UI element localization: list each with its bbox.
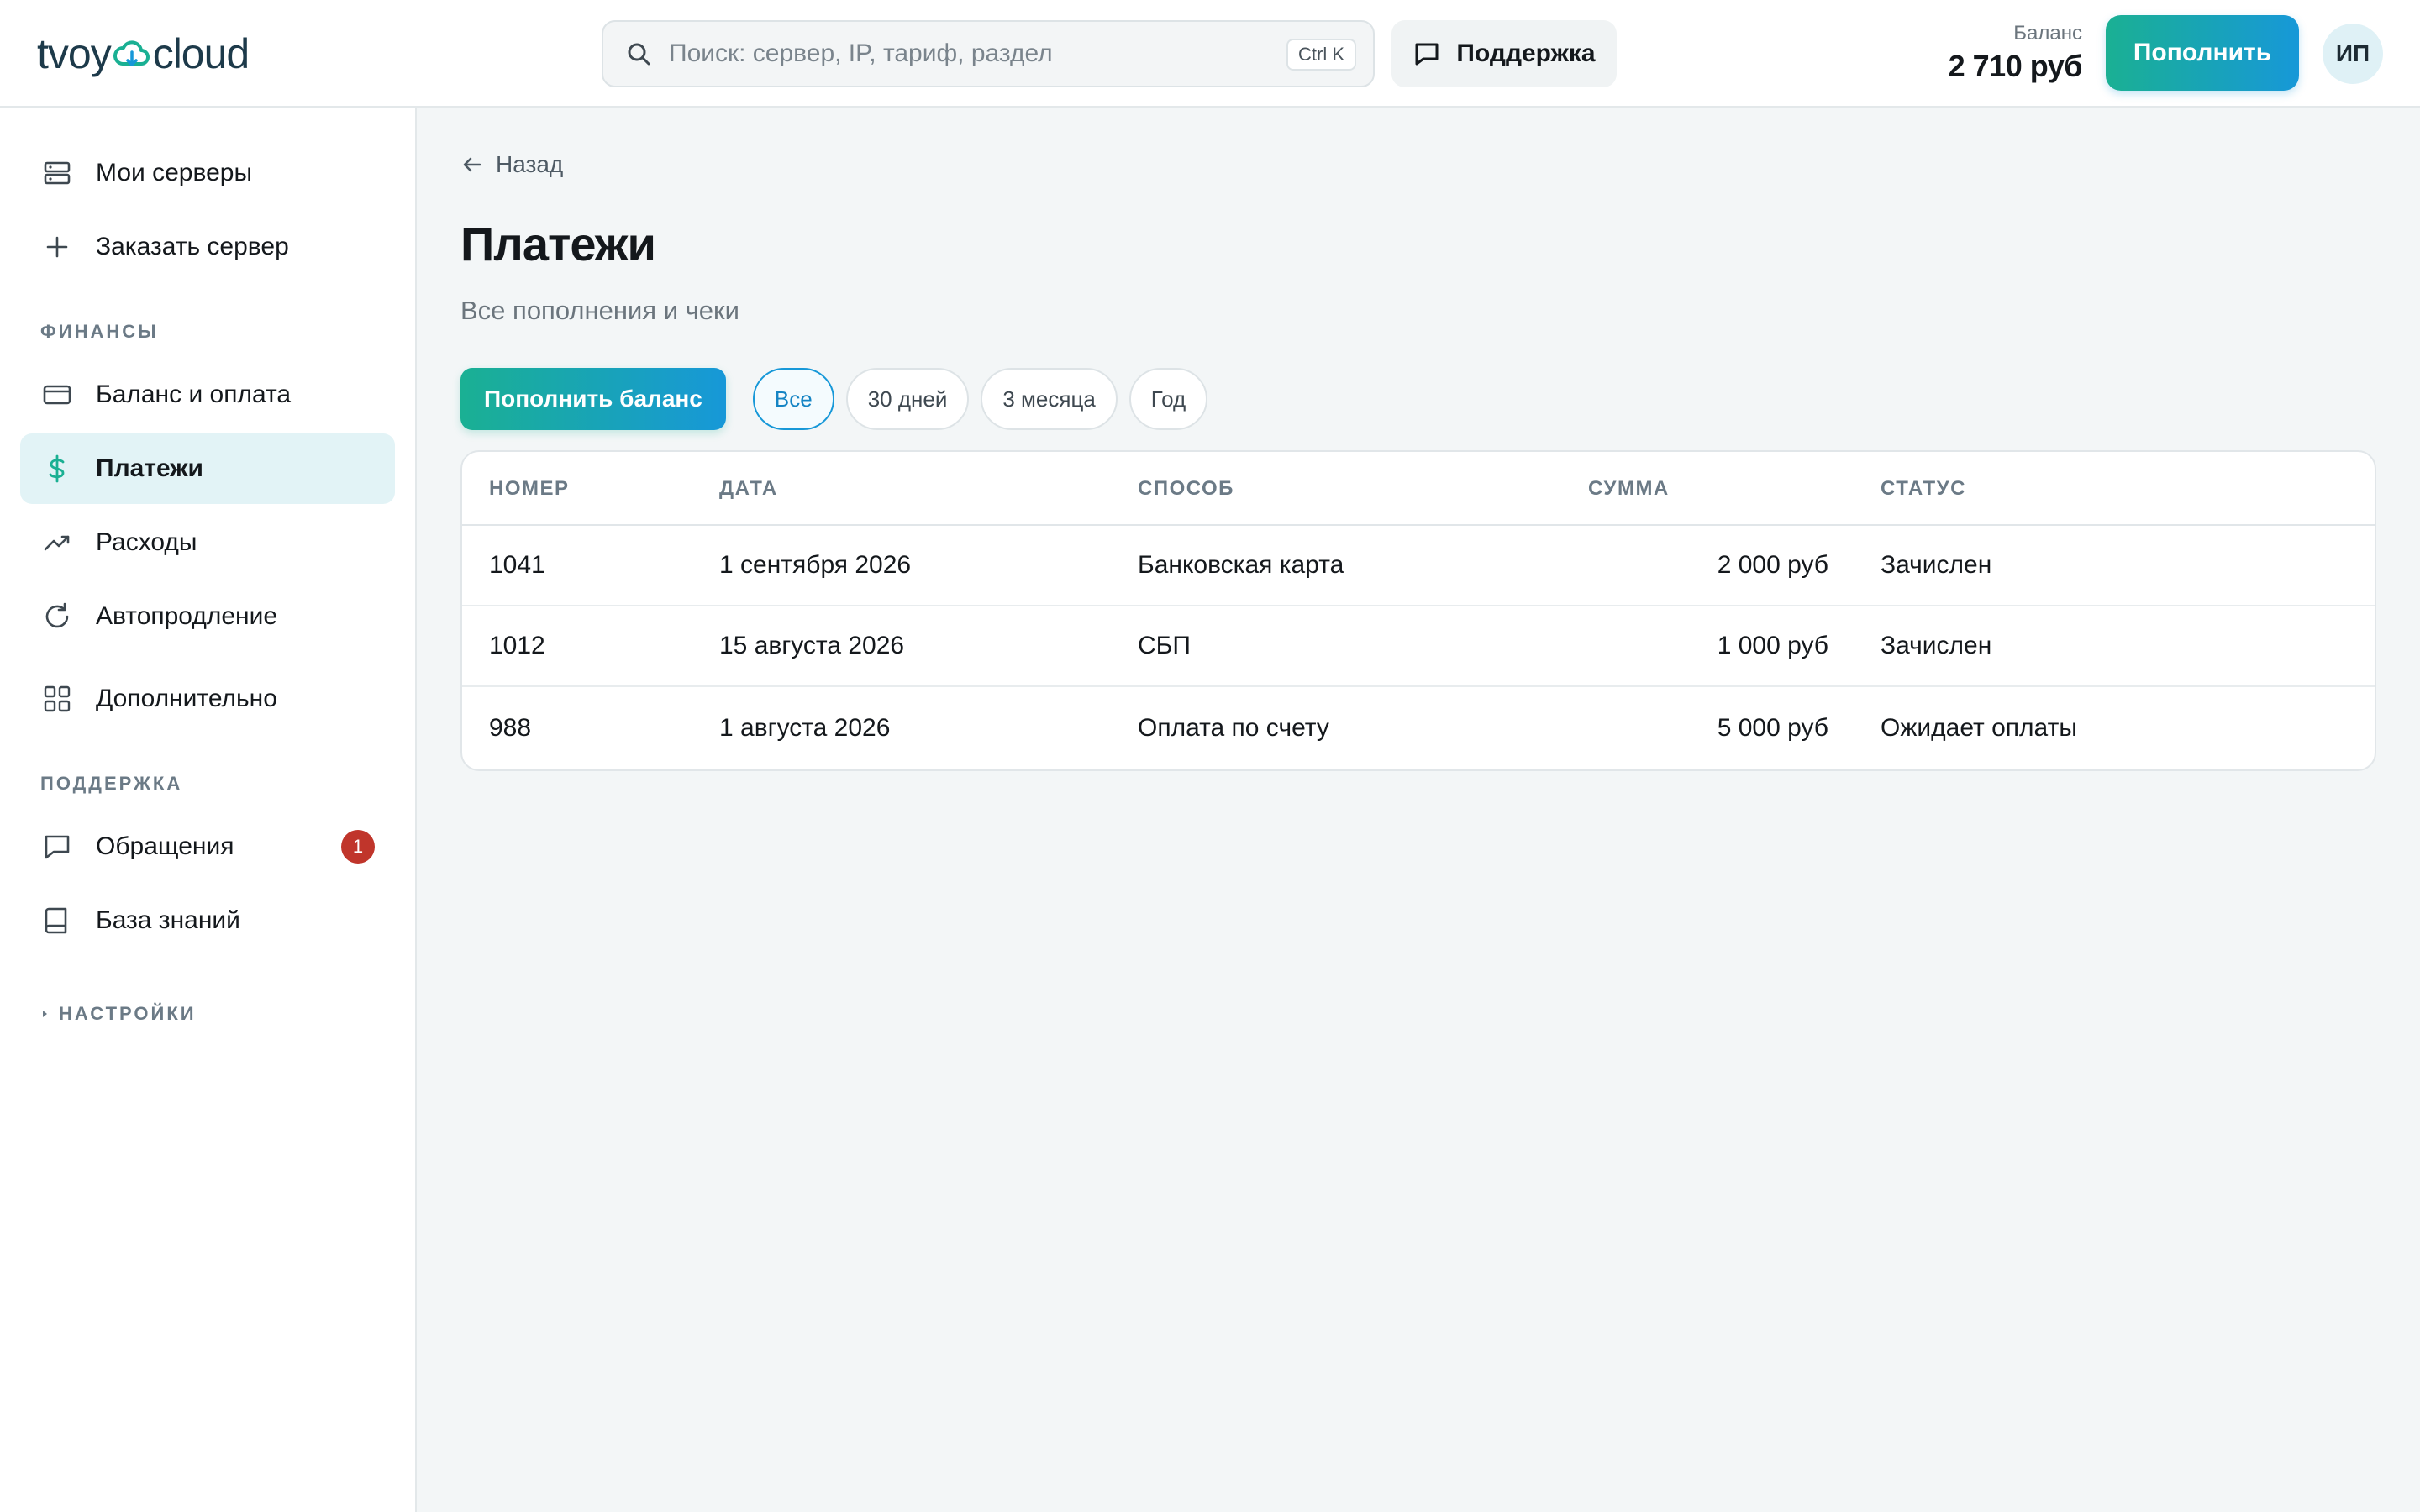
cell-method: Оплата по счету: [1138, 714, 1329, 742]
filter-all[interactable]: Все: [752, 368, 834, 430]
sidebar-item-label: Баланс и оплата: [96, 381, 292, 408]
cell-method: СБП: [1138, 632, 1191, 659]
topup-button[interactable]: Пополнить: [2106, 15, 2299, 91]
search-shortcut: Ctrl K: [1286, 39, 1356, 71]
top-header: tvoy cloud Поиск: сервер, IP, тариф, раз…: [0, 0, 2420, 108]
tickets-badge: 1: [341, 830, 375, 864]
sidebar-item-label: Расходы: [96, 528, 197, 556]
sidebar-item-order-server[interactable]: Заказать сервер: [20, 212, 395, 282]
grid-icon: [40, 682, 74, 716]
credit-card-icon: [40, 378, 74, 412]
plus-icon: [40, 230, 74, 264]
book-icon: [40, 904, 74, 937]
cell-amount: 5 000 руб: [1717, 714, 1828, 742]
dollar-icon: [40, 452, 74, 486]
cell-number: 1012: [489, 632, 545, 659]
back-label: Назад: [496, 151, 564, 177]
filter-3-months[interactable]: 3 месяца: [981, 368, 1118, 430]
search-placeholder: Поиск: сервер, IP, тариф, раздел: [669, 39, 1053, 67]
header-balance: Баланс 2 710 руб: [1948, 22, 2083, 84]
sidebar-item-label: База знаний: [96, 906, 240, 934]
server-icon: [40, 156, 74, 190]
trending-up-icon: [40, 526, 74, 559]
cell-status: Зачислен: [1881, 632, 1992, 659]
section-title-finance: ФИНАНСЫ: [40, 321, 159, 342]
sidebar-item-label: Обращения: [96, 832, 234, 860]
logo-text-left: tvoy: [37, 30, 112, 77]
logo[interactable]: tvoy cloud: [37, 27, 250, 81]
sidebar-item-autorenew[interactable]: Автопродление: [20, 581, 395, 652]
payments-table: НОМЕР ДАТА СПОСОБ СУММА СТАТУС 1041 1 се…: [460, 450, 2376, 771]
cell-status: Ожидает оплаты: [1881, 714, 2077, 742]
section-title-settings: НАСТРОЙКИ: [59, 1003, 197, 1024]
cell-number: 988: [489, 714, 532, 742]
cell-date: 1 сентября 2026: [719, 551, 912, 579]
sidebar-item-expenses[interactable]: Расходы: [20, 507, 395, 578]
table-row[interactable]: 1012 15 августа 2026 СБП 1 000 руб Зачис…: [462, 606, 2375, 687]
sidebar-item-knowledge-base[interactable]: База знаний: [20, 885, 395, 956]
refresh-icon: [40, 600, 74, 633]
message-icon: [1415, 43, 1439, 66]
column-header-status: СТАТУС: [1881, 477, 1966, 500]
page-subtitle: Все пополнения и чеки: [460, 296, 739, 325]
cell-method: Банковская карта: [1138, 551, 1344, 579]
table-row[interactable]: 1041 1 сентября 2026 Банковская карта 2 …: [462, 526, 2375, 606]
sidebar-item-label: Автопродление: [96, 602, 278, 630]
filters-bar: Пополнить баланс Все 30 дней 3 месяца Го…: [460, 368, 1219, 430]
message-icon: [40, 830, 74, 864]
balance-label: Баланс: [2013, 22, 2082, 45]
section-title-support: ПОДДЕРЖКА: [40, 773, 183, 794]
sidebar: Мои серверы Заказать сервер ФИНАНСЫ Бала…: [0, 108, 417, 1512]
sidebar-item-label: Мои серверы: [96, 159, 253, 186]
cell-status: Зачислен: [1881, 551, 1992, 579]
sidebar-item-tickets[interactable]: Обращения 1: [20, 811, 395, 882]
sidebar-item-additional[interactable]: Дополнительно: [20, 664, 395, 734]
table-header: НОМЕР ДАТА СПОСОБ СУММА СТАТУС: [462, 452, 2375, 526]
sidebar-item-balance[interactable]: Баланс и оплата: [20, 360, 395, 430]
search-icon: [628, 43, 650, 66]
cell-date: 15 августа 2026: [719, 632, 905, 659]
logo-text-right: cloud: [152, 30, 250, 77]
cell-amount: 2 000 руб: [1717, 551, 1828, 579]
support-button[interactable]: Поддержка: [1392, 20, 1617, 87]
sidebar-item-label: Дополнительно: [96, 685, 277, 712]
support-label: Поддержка: [1456, 39, 1596, 67]
cell-amount: 1 000 руб: [1717, 632, 1828, 659]
avatar[interactable]: ИП: [2323, 24, 2383, 84]
column-header-number: НОМЕР: [489, 477, 570, 500]
filter-year[interactable]: Год: [1128, 368, 1208, 430]
back-link[interactable]: Назад: [460, 151, 563, 178]
cell-date: 1 августа 2026: [719, 714, 891, 742]
table-row[interactable]: 988 1 августа 2026 Оплата по счету 5 000…: [462, 689, 2375, 769]
sidebar-item-payments[interactable]: Платежи: [20, 433, 395, 504]
arrow-left-icon: [463, 157, 481, 172]
column-header-amount: СУММА: [1588, 477, 1670, 500]
topup-balance-button[interactable]: Пополнить баланс: [460, 368, 726, 430]
column-header-method: СПОСОБ: [1138, 477, 1234, 500]
caret-right-icon: [43, 1011, 47, 1017]
column-header-date: ДАТА: [719, 477, 778, 500]
sidebar-item-my-servers[interactable]: Мои серверы: [20, 138, 395, 208]
balance-value: 2 710 руб: [1948, 49, 2083, 83]
page-title: Платежи: [460, 218, 656, 270]
filter-30-days[interactable]: 30 дней: [845, 368, 970, 430]
cell-number: 1041: [489, 551, 545, 579]
search-input[interactable]: Поиск: сервер, IP, тариф, раздел Ctrl K: [602, 20, 1375, 87]
sidebar-item-label: Заказать сервер: [96, 233, 289, 260]
cloud-icon: [113, 40, 150, 66]
sidebar-item-label: Платежи: [96, 454, 203, 482]
section-settings-toggle[interactable]: НАСТРОЙКИ: [40, 1003, 197, 1025]
